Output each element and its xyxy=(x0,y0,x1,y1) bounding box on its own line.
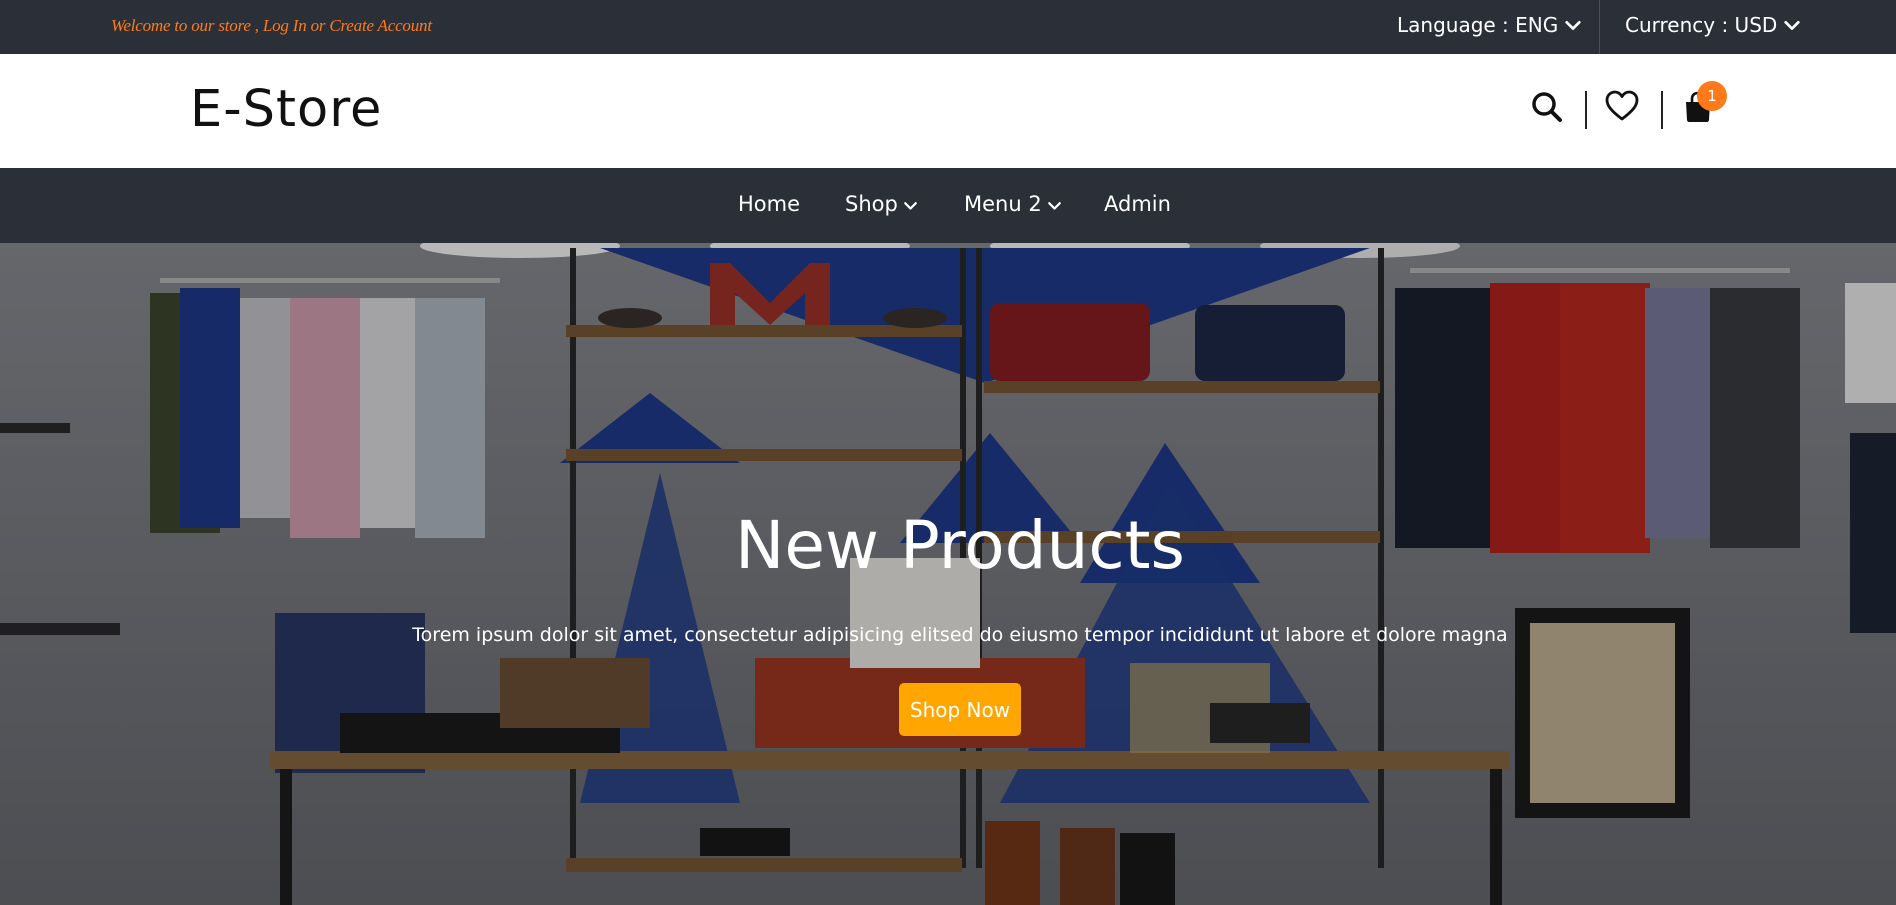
chevron-down-icon xyxy=(1047,202,1061,210)
or-text: or xyxy=(310,16,326,35)
chevron-down-icon xyxy=(903,202,917,210)
currency-label: Currency : USD xyxy=(1625,13,1778,37)
site-logo[interactable]: E-Store xyxy=(190,80,382,139)
top-bar: Welcome to our store , Log In or Create … xyxy=(0,0,1896,54)
site-header: E-Store 1 xyxy=(0,54,1896,168)
hero-title: New Products xyxy=(735,507,1185,584)
nav-item-label: Admin xyxy=(1104,192,1171,216)
chevron-down-icon xyxy=(1565,20,1581,30)
nav-item-label: Shop xyxy=(845,192,898,216)
nav-item-shop[interactable]: Shop xyxy=(845,192,918,216)
divider xyxy=(1585,91,1587,129)
chevron-down-icon xyxy=(1784,20,1800,30)
nav-item-label: Menu 2 xyxy=(964,192,1042,216)
divider xyxy=(1599,0,1600,54)
cart-count-badge: 1 xyxy=(1697,81,1727,111)
welcome-text: Welcome to our store , xyxy=(111,16,259,35)
divider xyxy=(1661,91,1663,129)
nav-item-home[interactable]: Home xyxy=(738,192,800,216)
nav-item-label: Home xyxy=(738,192,801,216)
currency-selector[interactable]: Currency : USD xyxy=(1625,13,1801,37)
main-nav: Home Shop Menu 2 Admin xyxy=(0,168,1896,243)
nav-item-admin[interactable]: Admin xyxy=(1104,192,1171,216)
hero-subtitle: Torem ipsum dolor sit amet, consectetur … xyxy=(412,624,1508,646)
login-link[interactable]: Log In xyxy=(263,16,307,35)
hero-banner: New Products Torem ipsum dolor sit amet,… xyxy=(0,243,1896,905)
language-selector[interactable]: Language : ENG xyxy=(1397,13,1582,37)
shop-now-button[interactable]: Shop Now xyxy=(899,683,1021,736)
create-account-link[interactable]: Create Account xyxy=(329,16,432,35)
heart-icon[interactable] xyxy=(1605,90,1639,124)
language-label: Language : ENG xyxy=(1397,13,1559,37)
welcome-message: Welcome to our store , Log In or Create … xyxy=(111,16,432,36)
search-icon[interactable] xyxy=(1530,90,1564,124)
nav-item-menu-2[interactable]: Menu 2 xyxy=(964,192,1062,216)
